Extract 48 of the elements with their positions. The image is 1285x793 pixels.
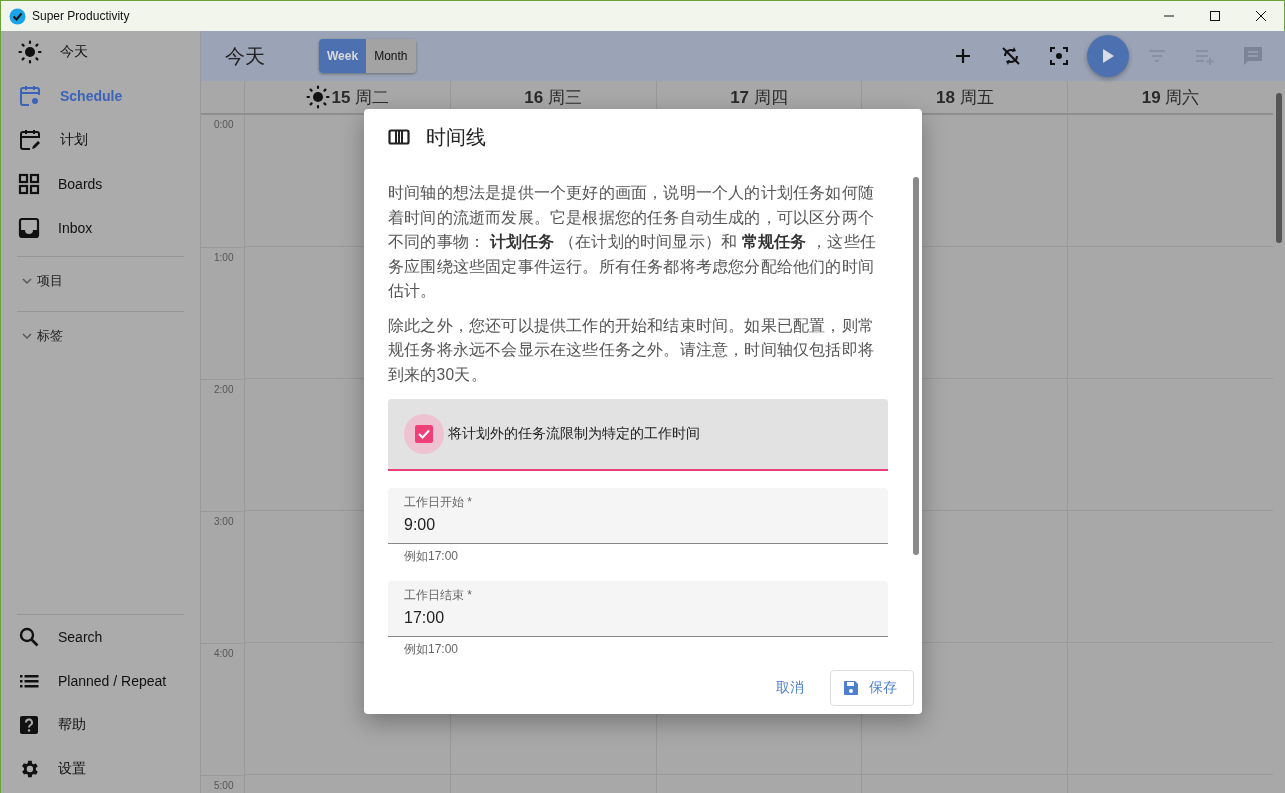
paragraph: 除此之外，您还可以提供工作的开始和结束时间。如果已配置，则常规任务将永远不会显示在这些任务之外。请注意，时间轴仅包括即将到来的30天。 (388, 315, 875, 385)
field-hint: 例如17:00 (403, 548, 460, 565)
time-input-field[interactable]: 工作日开始 * 9:00 (388, 488, 888, 544)
nav-item[interactable]: 帮助 (1, 703, 200, 747)
field-label: 工作日开始 * (404, 494, 473, 511)
calendar-edit-icon (18, 128, 42, 152)
window-title: Super Productivity (32, 9, 131, 23)
help-icon (18, 714, 40, 736)
nav-item[interactable]: 今天 (1, 30, 200, 74)
sun-icon (305, 85, 330, 109)
group-header[interactable]: 项目 (1, 257, 200, 305)
time-label: 0:00 (214, 119, 234, 130)
nav-item[interactable]: Search (1, 615, 200, 659)
time-label: 1:00 (214, 252, 234, 263)
sun-icon (18, 40, 42, 64)
checkbox-label: 将计划外的任务流限制为特定的工作时间 (448, 425, 700, 443)
checkbox[interactable] (415, 425, 433, 443)
nav-item[interactable]: Planned / Repeat (1, 659, 200, 703)
focus-icon[interactable] (1047, 44, 1071, 68)
time-label: 2:00 (214, 384, 234, 395)
field-value: 17:00 (404, 609, 446, 627)
cancel-button[interactable]: 取消 (760, 670, 820, 706)
nav-item[interactable]: Boards (1, 162, 200, 206)
field-label: 工作日结束 * (404, 587, 473, 604)
save-button[interactable]: 保存 (830, 670, 914, 706)
nav-item[interactable]: 计划 (1, 118, 200, 162)
paragraph: 时间轴的想法是提供一个更好的画面，说明一个人的计划任务如何随着时间的流逝而发展。它是根据您的任务自动生成的，可以区分两个不同的事物： 计划任务 （在计划的时间显示）和 常规任务 ，这些任务应围绕这些固定事件运行。所有任务都将考虑您分配给他们的时间估计。 (388, 183, 877, 301)
nav-item[interactable]: Inbox (1, 206, 200, 250)
nav-item[interactable]: 设置 (1, 747, 200, 791)
dialog-title: 时间线 (426, 124, 486, 150)
play-button[interactable] (1087, 35, 1129, 77)
timeline-icon (388, 129, 410, 145)
inbox-icon (18, 217, 40, 239)
time-input-field[interactable]: 工作日结束 * 17:00 (388, 581, 888, 637)
app-logo-icon (9, 7, 26, 25)
time-label: 4:00 (214, 648, 234, 659)
calendar-clock-icon (18, 84, 42, 108)
search-icon (18, 626, 40, 648)
grid-icon (18, 173, 40, 195)
field-hint: 例如17:00 (403, 641, 460, 658)
field-value: 9:00 (404, 516, 437, 534)
time-label: 3:00 (214, 516, 234, 527)
view-toggle-button[interactable]: Month (366, 39, 416, 73)
page-title: 今天 (225, 43, 266, 69)
group-header[interactable]: 标签 (1, 312, 200, 360)
play-icon (1100, 47, 1116, 65)
save-icon (843, 680, 859, 696)
time-label: 5:00 (214, 780, 234, 791)
